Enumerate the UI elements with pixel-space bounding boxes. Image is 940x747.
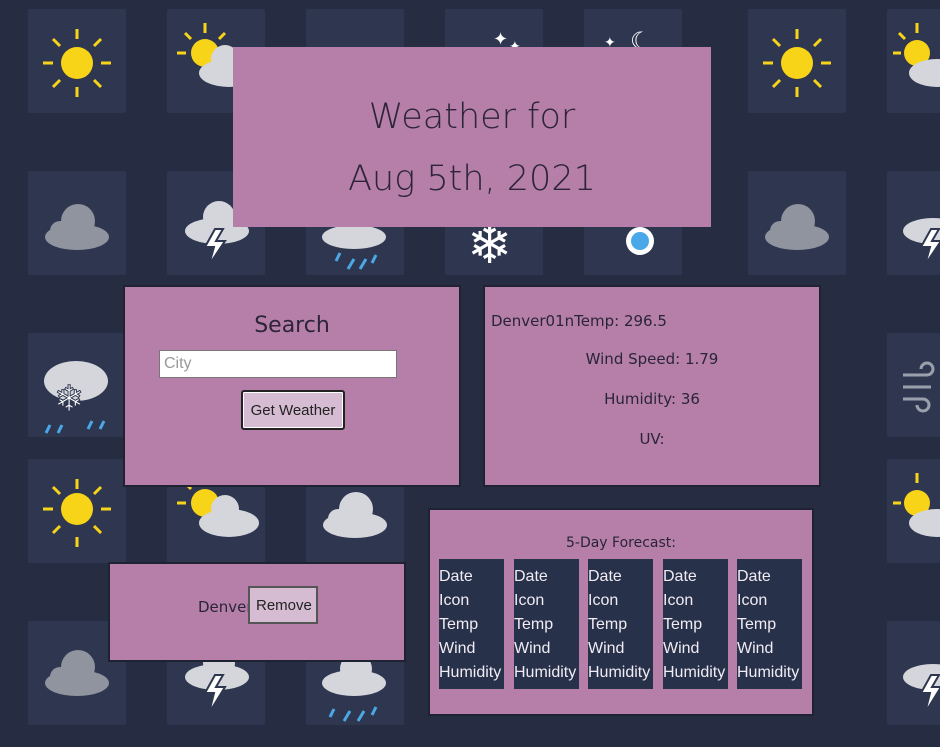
partly-cloudy-icon bbox=[887, 9, 940, 113]
humidity-text: Humidity: 36 bbox=[604, 390, 700, 408]
forecast-wind: Wind bbox=[663, 640, 700, 657]
forecast-wind: Wind bbox=[439, 640, 476, 657]
remove-button[interactable]: Remove bbox=[248, 586, 318, 624]
forecast-date: Date bbox=[737, 568, 771, 585]
thunderstorm-icon bbox=[887, 621, 940, 725]
forecast-panel: 5-Day Forecast: Date Icon Temp Wind Humi… bbox=[428, 508, 814, 716]
current-weather-panel: Denver01nTemp: 296.5 Wind Speed: 1.79 Hu… bbox=[483, 285, 821, 487]
forecast-temp: Temp bbox=[663, 616, 703, 633]
current-city-temp: Denver01nTemp: 296.5 bbox=[491, 312, 667, 330]
forecast-card: Date Icon Temp Wind Humidity bbox=[439, 559, 504, 689]
forecast-icon: Icon bbox=[663, 592, 694, 609]
forecast-temp: Temp bbox=[737, 616, 777, 633]
partly-cloudy-icon bbox=[887, 459, 940, 563]
svg-text:❄: ❄ bbox=[54, 379, 84, 420]
forecast-card: Date Icon Temp Wind Humidity bbox=[737, 559, 802, 689]
cloud-icon bbox=[28, 171, 126, 275]
forecast-humidity: Humidity bbox=[514, 664, 577, 681]
forecast-temp: Temp bbox=[514, 616, 554, 633]
forecast-wind: Wind bbox=[588, 640, 625, 657]
forecast-date: Date bbox=[439, 568, 473, 585]
wind-icon bbox=[887, 333, 940, 437]
snow-rain-icon: ❄ bbox=[28, 333, 126, 437]
forecast-icon: Icon bbox=[439, 592, 470, 609]
forecast-date: Date bbox=[588, 568, 622, 585]
forecast-icon: Icon bbox=[737, 592, 768, 609]
uv-text: UV: bbox=[639, 430, 665, 448]
search-panel: Search Get Weather bbox=[123, 285, 461, 487]
sun-icon bbox=[28, 9, 126, 113]
forecast-temp: Temp bbox=[588, 616, 628, 633]
sun-icon bbox=[748, 9, 846, 113]
forecast-card: Date Icon Temp Wind Humidity bbox=[663, 559, 728, 689]
forecast-humidity: Humidity bbox=[588, 664, 651, 681]
wind-speed-text: Wind Speed: 1.79 bbox=[585, 350, 719, 368]
page-title-line1: Weather for bbox=[368, 97, 576, 137]
city-input[interactable] bbox=[159, 350, 397, 378]
forecast-temp: Temp bbox=[439, 616, 479, 633]
get-weather-button[interactable]: Get Weather bbox=[241, 390, 345, 430]
forecast-heading: 5-Day Forecast: bbox=[565, 535, 676, 551]
page-title-date: Aug 5th, 2021 bbox=[348, 159, 596, 199]
forecast-wind: Wind bbox=[737, 640, 774, 657]
sun-icon bbox=[28, 459, 126, 563]
forecast-humidity: Humidity bbox=[439, 664, 502, 681]
forecast-date: Date bbox=[514, 568, 548, 585]
thunderstorm-icon bbox=[887, 171, 940, 275]
forecast-icon: Icon bbox=[588, 592, 619, 609]
cloud-icon bbox=[748, 171, 846, 275]
forecast-date: Date bbox=[663, 568, 697, 585]
history-city[interactable]: Denver bbox=[198, 598, 253, 616]
forecast-wind: Wind bbox=[514, 640, 551, 657]
forecast-humidity: Humidity bbox=[663, 664, 726, 681]
title-panel: Weather for Aug 5th, 2021 bbox=[233, 47, 711, 227]
search-history-panel: Denver Remove bbox=[108, 562, 406, 662]
forecast-icon: Icon bbox=[514, 592, 545, 609]
forecast-card: Date Icon Temp Wind Humidity bbox=[588, 559, 653, 689]
forecast-card: Date Icon Temp Wind Humidity bbox=[514, 559, 579, 689]
search-heading: Search bbox=[254, 313, 330, 338]
forecast-humidity: Humidity bbox=[737, 664, 800, 681]
